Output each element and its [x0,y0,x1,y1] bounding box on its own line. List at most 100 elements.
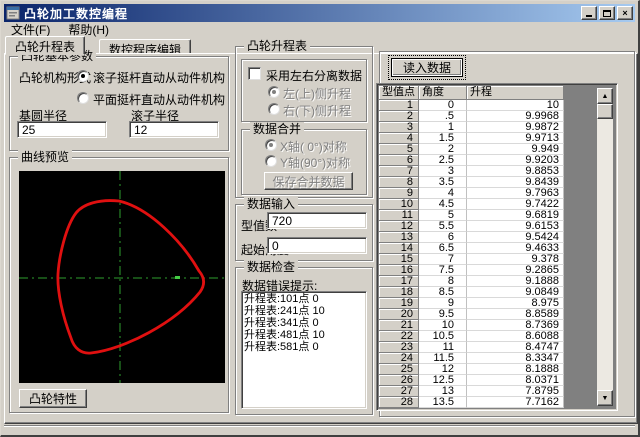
table-row[interactable]: 2813.57.7162 [379,397,564,408]
split-data-checkbox[interactable] [248,67,261,80]
cell-point: 21 [379,320,419,331]
cell-lift: 10 [467,100,564,111]
error-list-item[interactable]: 升程表:481点 10 [244,329,366,341]
header-lift[interactable]: 升程 [467,86,564,100]
cell-point: 13 [379,232,419,243]
table-row[interactable]: 167.59.2865 [379,265,564,276]
table-scrollbar[interactable]: ▲ ▼ [597,88,613,406]
cell-angle: 8 [419,276,467,287]
error-list-item[interactable]: 升程表:341点 0 [244,317,366,329]
table-row[interactable]: 209.58.8589 [379,309,564,320]
cell-lift: 9.7963 [467,188,564,199]
split-data-checkbox-label[interactable]: 采用左右分离数据 [266,67,362,84]
table-row[interactable]: 2210.58.6088 [379,331,564,342]
scroll-up-button[interactable]: ▲ [597,88,613,104]
table-row[interactable]: 23118.4747 [379,342,564,353]
radio-right-lift-label: 右(下)侧升程 [283,102,351,119]
cell-lift: 9.6153 [467,221,564,232]
cell-lift: 8.4747 [467,342,564,353]
maximize-button[interactable] [599,6,615,20]
lift-table-inner: 型值点 角度 升程 10102.59.9968319.987241.59.971… [379,86,615,408]
cell-point: 1 [379,100,419,111]
cam-characteristics-button[interactable]: 凸轮特性 [19,389,87,408]
table-row[interactable]: 104.59.7422 [379,199,564,210]
radio-y-axis-symmetry-label: Y轴(90°)对称 [280,154,350,171]
table-row[interactable]: 27137.8795 [379,386,564,397]
error-list-item[interactable]: 升程表:241点 10 [244,305,366,317]
cell-point: 8 [379,177,419,188]
error-listbox[interactable]: 升程表:101点 0升程表:241点 10升程表:341点 0升程表:481点 … [241,291,367,409]
cell-angle: 9.5 [419,309,467,320]
table-row[interactable]: 146.59.4633 [379,243,564,254]
cell-lift: 8.1888 [467,364,564,375]
table-row[interactable]: 188.59.0849 [379,287,564,298]
cell-angle: 11.5 [419,353,467,364]
header-angle[interactable]: 角度 [419,86,467,100]
cell-lift: 9.6819 [467,210,564,221]
cell-lift: 9.5424 [467,232,564,243]
table-row[interactable]: 125.59.6153 [379,221,564,232]
cell-angle: 9 [419,298,467,309]
table-row[interactable]: 319.9872 [379,122,564,133]
radio-x-axis-symmetry [265,139,277,151]
table-row[interactable]: 949.7963 [379,188,564,199]
table-row[interactable]: 1369.5424 [379,232,564,243]
table-row[interactable]: 739.8853 [379,166,564,177]
cell-point: 19 [379,298,419,309]
radio-roller-follower[interactable] [77,70,89,82]
cell-angle: 2 [419,144,467,155]
table-row[interactable]: 21108.7369 [379,320,564,331]
point-count-input[interactable] [267,212,367,229]
radio-left-lift [268,86,280,98]
table-row[interactable]: 2411.58.3347 [379,353,564,364]
radio-flat-follower[interactable] [77,92,89,104]
table-row[interactable]: 1998.975 [379,298,564,309]
radio-roller-follower-label[interactable]: 滚子挺杆直动从动件机构 [93,69,225,86]
start-angle-input[interactable] [267,237,367,254]
table-body[interactable]: 10102.59.9968319.987241.59.9713529.94962… [379,100,564,408]
cell-angle: 6 [419,232,467,243]
table-row[interactable]: 2.59.9968 [379,111,564,122]
cell-angle: 5.5 [419,221,467,232]
cell-point: 27 [379,386,419,397]
header-point[interactable]: 型值点 [379,86,419,100]
cell-lift: 9.9872 [467,122,564,133]
app-window: 凸轮加工数控编程 × 文件(F) 帮助(H) 凸轮升程表 数控程序编辑 凸轮基本… [0,0,640,437]
cell-angle: 3 [419,166,467,177]
cell-point: 16 [379,265,419,276]
table-row[interactable]: 83.59.8439 [379,177,564,188]
cell-angle: 2.5 [419,155,467,166]
cell-angle: 13.5 [419,397,467,408]
cam-profile-canvas [19,171,225,383]
cell-angle: 7.5 [419,265,467,276]
minimize-button[interactable] [581,6,597,20]
table-row[interactable]: 62.59.9203 [379,155,564,166]
cell-lift: 9.8853 [467,166,564,177]
radio-flat-follower-label[interactable]: 平面挺杆直动从动件机构 [93,91,225,108]
table-row[interactable]: 2612.58.0371 [379,375,564,386]
table-row[interactable]: 1010 [379,100,564,111]
table-row[interactable]: 529.949 [379,144,564,155]
radio-right-lift [268,103,280,115]
base-radius-input[interactable] [17,121,107,138]
table-row[interactable]: 41.59.9713 [379,133,564,144]
table-row[interactable]: 1789.1888 [379,276,564,287]
table-row[interactable]: 25128.1888 [379,364,564,375]
error-list-item[interactable]: 升程表:101点 0 [244,293,366,305]
window-title: 凸轮加工数控编程 [24,5,128,22]
cell-point: 22 [379,331,419,342]
error-list-item[interactable]: 升程表:581点 0 [244,341,366,353]
tab-nc-program-edit[interactable]: 数控程序编辑 [99,39,191,54]
roller-radius-input[interactable] [129,121,219,138]
table-row[interactable]: 1159.6819 [379,210,564,221]
cell-point: 10 [379,199,419,210]
cell-lift: 8.8589 [467,309,564,320]
close-button[interactable]: × [617,6,633,20]
maximize-icon [603,10,611,17]
read-data-button[interactable]: 读入数据 [391,58,463,77]
tab-lift-table[interactable]: 凸轮升程表 [5,36,85,55]
table-row[interactable]: 1579.378 [379,254,564,265]
scroll-thumb[interactable] [597,104,613,119]
cell-angle: .5 [419,111,467,122]
scroll-down-button[interactable]: ▼ [597,390,613,406]
